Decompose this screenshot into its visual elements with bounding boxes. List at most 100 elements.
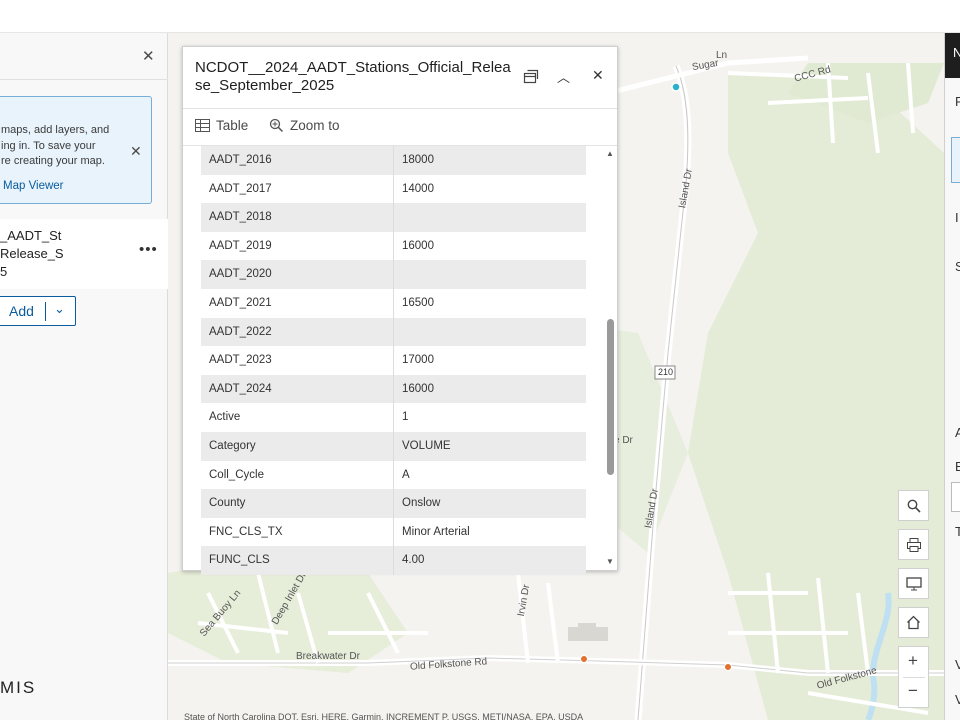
scroll-thumb[interactable] (607, 319, 614, 475)
right-panel-text: I (955, 210, 959, 225)
panel-divider (0, 79, 168, 80)
station-marker (724, 663, 732, 671)
feature-popup: NCDOT__2024_AADT_Stations_Official_Relea… (182, 46, 618, 575)
attribute-field-value (394, 260, 586, 289)
attribute-field-value: 16000 (402, 382, 434, 395)
attribute-row: Category VOLUME (201, 431, 586, 461)
table-action[interactable]: Table (195, 118, 248, 133)
right-panel-input[interactable] (951, 482, 960, 512)
attribute-row: FNC_CLS_TX Minor Arterial (201, 517, 586, 547)
print-icon (906, 537, 921, 552)
popup-close-icon[interactable]: ✕ (592, 67, 604, 84)
attribute-table: AADT_2016 18000 AADT_2017 14000 AADT_2018 AAD… (201, 146, 586, 575)
zoom-out-button[interactable]: − (908, 681, 918, 701)
attribute-field-name: AADT_2019 (201, 231, 394, 261)
home-icon (907, 615, 920, 630)
attribute-field-name: Active (201, 403, 394, 432)
attribute-row: AADT_2024 16000 (201, 374, 586, 404)
scroll-up-icon[interactable]: ▲ (606, 149, 614, 158)
attribute-field-name: AADT_2021 (201, 288, 394, 318)
popup-actions: Table Zoom to (183, 109, 617, 145)
footer-brand-text: MIS (0, 678, 37, 697)
map-label-route-210: 210 (658, 367, 674, 377)
attribute-field-name: AADT_2023 (201, 346, 394, 375)
more-options-icon[interactable]: ••• (139, 241, 158, 258)
right-panel-text: A (955, 425, 960, 440)
map-attribution: State of North Carolina DOT, Esri, HERE,… (184, 712, 584, 720)
attribute-field-value: A (402, 468, 410, 481)
attribute-field-name: Category (201, 431, 394, 461)
dock-icon[interactable] (523, 69, 539, 85)
attribute-field-name: AADT_2018 (201, 203, 394, 232)
attribute-row: FUNC_CLS 4.00 (201, 546, 586, 575)
left-panel: ✕ maps, add layers, and ing in. To save … (0, 33, 168, 720)
popup-title: NCDOT__2024_AADT_Stations_Official_Relea… (195, 59, 511, 94)
zoom-separator (903, 677, 925, 678)
zoom-to-action[interactable]: Zoom to (269, 118, 340, 133)
top-bar (0, 0, 960, 33)
right-panel-text: S (955, 259, 960, 274)
attribute-field-value: 4.00 (402, 554, 425, 567)
attribute-row: AADT_2021 16500 (201, 288, 586, 318)
attribute-row: AADT_2023 17000 (201, 346, 586, 375)
attribute-field-value: 16500 (402, 296, 434, 309)
attribute-field-name: County (201, 489, 394, 518)
map-label-breakwater-dr: Breakwater Dr (296, 651, 360, 662)
map-label-ln: Ln (716, 50, 728, 61)
attribute-field-value: 18000 (402, 154, 434, 166)
right-panel-text: T (955, 524, 960, 539)
right-panel-text: V (955, 692, 960, 707)
attribute-field-value (394, 203, 586, 232)
attribute-field-name: FUNC_CLS (201, 546, 394, 575)
notice-text: maps, add layers, and ing in. To save yo… (1, 124, 110, 167)
map-viewer-link[interactable]: Map Viewer (3, 180, 64, 192)
panel-close-icon[interactable]: ✕ (142, 47, 155, 65)
attribute-field-name: AADT_2020 (201, 260, 394, 289)
attribute-field-name: AADT_2024 (201, 374, 394, 404)
right-panel-text: V (955, 657, 960, 672)
attribute-field-name: AADT_2022 (201, 317, 394, 347)
attribute-row: County Onslow (201, 489, 586, 518)
right-panel-text: F (955, 94, 960, 109)
table-icon (195, 119, 210, 132)
layer-name: _AADT_St Release_S 5 (0, 228, 64, 279)
monitor-icon (905, 576, 922, 590)
attribute-row: AADT_2019 16000 (201, 231, 586, 261)
attribute-row: AADT_2017 14000 (201, 174, 586, 204)
add-button-separator (45, 302, 46, 321)
chevron-down-icon[interactable]: ⌄ (54, 301, 65, 317)
attribute-row: Active 1 (201, 403, 586, 432)
table-action-label[interactable]: Table (216, 118, 248, 133)
search-widget[interactable] (898, 490, 929, 521)
attribute-field-value: 14000 (402, 182, 434, 195)
notice-close-icon[interactable]: ✕ (130, 143, 142, 160)
station-marker (580, 655, 588, 663)
scroll-down-icon[interactable]: ▼ (606, 557, 614, 566)
right-panel-text: E (955, 459, 960, 474)
attribute-field-name: Coll_Cycle (201, 460, 394, 490)
zoom-in-button[interactable]: + (908, 651, 918, 671)
fullscreen-widget[interactable] (898, 568, 929, 599)
zoom-to-action-label[interactable]: Zoom to (290, 118, 340, 133)
selected-station-marker (671, 82, 681, 92)
collapse-icon[interactable]: ︿ (557, 67, 570, 86)
layer-item[interactable]: _AADT_St Release_S 5 ••• (0, 219, 168, 289)
right-panel: N F I S A E T V V (944, 33, 960, 720)
home-widget[interactable] (898, 607, 929, 638)
right-panel-header: N (945, 33, 960, 78)
attribute-field-value (394, 318, 586, 347)
attribute-row: AADT_2022 (201, 317, 586, 347)
add-button[interactable]: Add ⌄ (0, 296, 76, 326)
attribute-field-name: AADT_2017 (201, 174, 394, 204)
print-widget[interactable] (898, 529, 929, 560)
attribute-field-name: FNC_CLS_TX (201, 517, 394, 547)
popup-scrollbar[interactable]: ▲ ▼ (605, 147, 615, 569)
zoom-controls: + − (898, 646, 929, 708)
sign-in-notice: maps, add layers, and ing in. To save yo… (0, 96, 152, 204)
attribute-field-name: AADT_2016 (201, 146, 394, 175)
zoom-to-icon (269, 118, 284, 133)
right-panel-card[interactable] (951, 137, 960, 183)
attribute-field-value: VOLUME (402, 439, 451, 452)
attribute-row: AADT_2018 (201, 203, 586, 232)
add-button-label[interactable]: Add (9, 303, 34, 319)
